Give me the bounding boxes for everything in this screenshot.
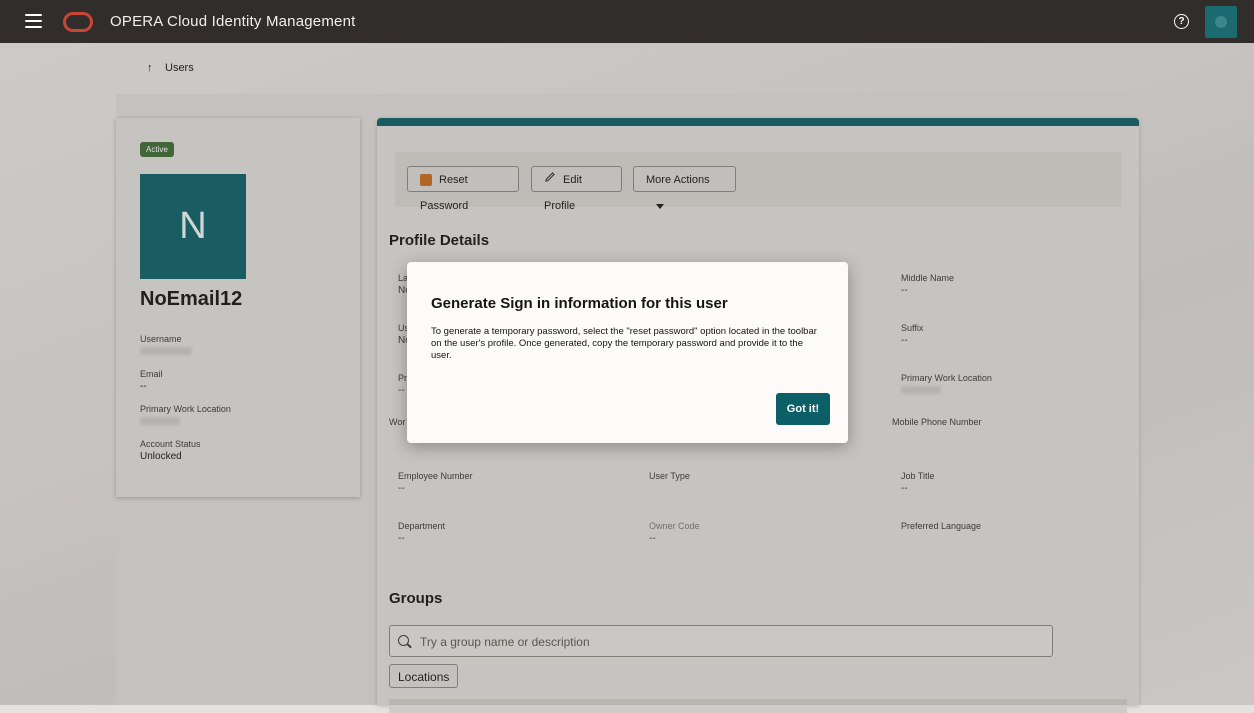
- avatar-dot: [1215, 16, 1227, 28]
- top-header: OPERA Cloud Identity Management ?: [0, 0, 1254, 43]
- app-title: OPERA Cloud Identity Management: [110, 13, 356, 30]
- oracle-logo-icon: [63, 12, 93, 32]
- got-it-button[interactable]: Got it!: [776, 393, 830, 425]
- dialog-body: To generate a temporary password, select…: [431, 326, 817, 361]
- user-avatar-icon[interactable]: [1205, 6, 1237, 38]
- sign-in-info-dialog: Generate Sign in information for this us…: [407, 262, 848, 443]
- dialog-title: Generate Sign in information for this us…: [431, 295, 728, 312]
- hamburger-menu-icon[interactable]: [25, 14, 43, 28]
- help-icon[interactable]: ?: [1174, 14, 1189, 29]
